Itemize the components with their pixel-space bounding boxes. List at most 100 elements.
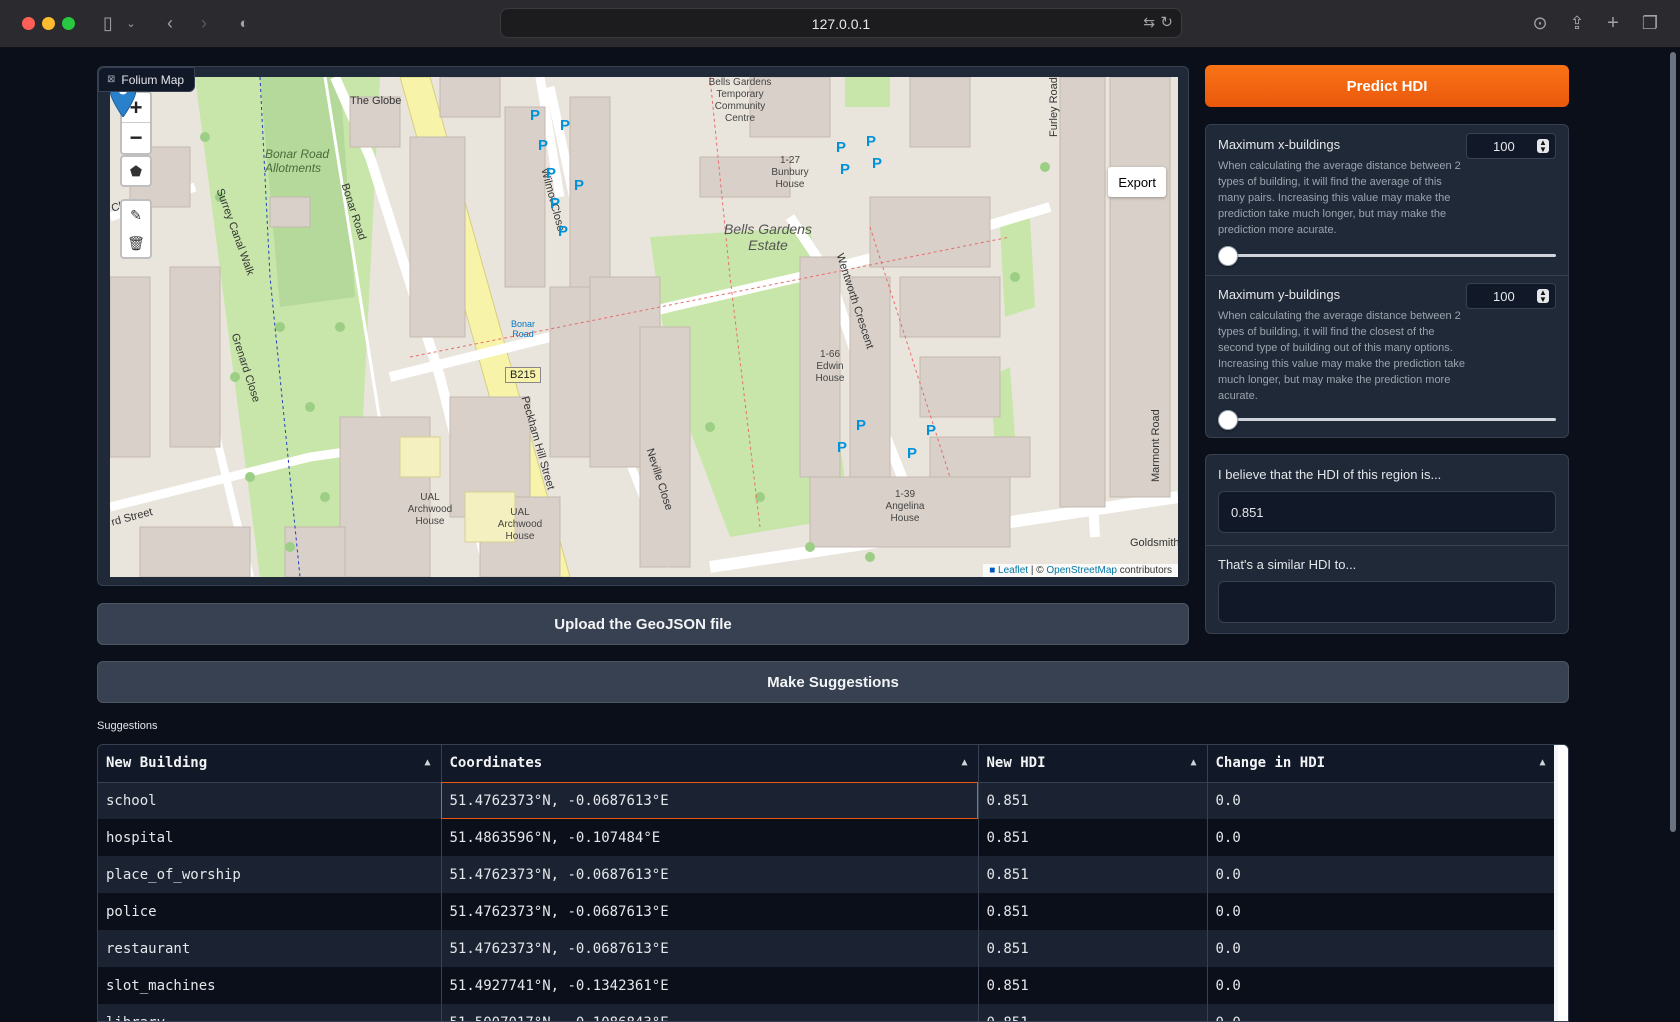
share-icon[interactable]: ⇪ (1567, 10, 1587, 36)
sort-icon[interactable]: ▲ (1539, 757, 1545, 768)
stepper-icon[interactable]: ▲ ▼ (1537, 139, 1549, 154)
map-label-ual-1: UAL Archwood House (407, 492, 453, 527)
table-cell[interactable]: 0.851 (978, 856, 1208, 893)
slider-x-number-input[interactable]: 100 ▲ ▼ (1466, 133, 1556, 159)
upload-geojson-button[interactable]: Upload the GeoJSON file (97, 603, 1189, 645)
map-label-angelina: 1-39 Angelina House (885, 489, 925, 524)
reload-icon[interactable]: ↻ (1160, 13, 1173, 31)
osm-link[interactable]: OpenStreetMap (1046, 565, 1117, 576)
hdi-panel: I believe that the HDI of this region is… (1205, 454, 1569, 634)
back-icon[interactable]: ‹ (160, 10, 180, 36)
tab-overview-icon[interactable]: ❐ (1640, 10, 1660, 36)
table-cell[interactable]: police (98, 893, 442, 930)
table-scrollbar-thumb[interactable] (1558, 745, 1568, 1021)
hdi-belief-label: I believe that the HDI of this region is… (1218, 467, 1442, 482)
parking-icon: P (546, 165, 557, 182)
sort-icon[interactable]: ▲ (1190, 757, 1196, 768)
table-cell[interactable]: 51.4927741°N, -0.1342361°E (441, 967, 979, 1004)
table-cell[interactable]: 0.851 (978, 1004, 1208, 1021)
table-cell[interactable]: restaurant (98, 930, 442, 967)
hdi-similar-field[interactable] (1218, 581, 1556, 623)
table-cell[interactable]: place_of_worship (98, 856, 442, 893)
close-window-button[interactable] (22, 17, 35, 30)
slider-y-track[interactable] (1218, 410, 1556, 430)
download-icon[interactable]: ⊙ (1530, 10, 1550, 36)
slider-y-thumb[interactable] (1218, 410, 1238, 430)
map-view[interactable]: + − ⬟ ✎ 🗑 Export The Globe Bonar Road Al… (110, 77, 1178, 577)
new-tab-icon[interactable]: + (1603, 10, 1623, 36)
sliders-panel: Maximum x-buildings 100 ▲ ▼ When calculat… (1205, 124, 1569, 438)
table-cell[interactable]: 0.0 (1207, 819, 1557, 856)
map-label-bunbury: 1-27 Bunbury House (771, 155, 809, 190)
translate-icon[interactable]: ⇆ (1143, 14, 1155, 31)
table-cell[interactable]: 51.4762373°N, -0.0687613°E (441, 930, 979, 967)
table-cell[interactable]: 51.4863596°N, -0.107484°E (441, 819, 979, 856)
edit-toolbar: ✎ 🗑 (120, 199, 152, 259)
page-scrollbar[interactable] (1670, 52, 1676, 832)
url-text: 127.0.0.1 (811, 16, 871, 32)
table-cell[interactable]: 0.0 (1207, 893, 1557, 930)
table-scrollbar[interactable] (1554, 745, 1568, 1021)
table-cell[interactable]: hospital (98, 819, 442, 856)
export-button[interactable]: Export (1108, 167, 1166, 197)
parking-icon: P (856, 417, 867, 434)
table-cell-selected[interactable]: 51.4762373°N, -0.0687613°E (441, 782, 979, 819)
column-header-coordinates[interactable]: Coordinates ▲ (441, 745, 979, 783)
table-cell[interactable]: 0.0 (1207, 782, 1557, 819)
slider-y-block: Maximum y-buildings 100 ▲ ▼ When calculat… (1206, 275, 1568, 439)
predict-hdi-button[interactable]: Predict HDI (1205, 65, 1569, 107)
parking-icon: P (538, 137, 549, 154)
zoom-window-button[interactable] (62, 17, 75, 30)
table-cell[interactable]: 0.0 (1207, 856, 1557, 893)
slider-x-track[interactable] (1218, 246, 1556, 266)
parking-icon: P (840, 161, 851, 178)
draw-polygon-icon[interactable]: ⬟ (122, 157, 150, 185)
parking-icon: P (550, 195, 561, 212)
parking-icon: P (872, 155, 883, 172)
table-cell[interactable]: 0.0 (1207, 967, 1557, 1004)
table-cell[interactable]: 0.0 (1207, 930, 1557, 967)
table-cell[interactable]: library (98, 1004, 442, 1021)
sort-icon[interactable]: ▲ (424, 757, 430, 768)
table-cell[interactable]: 0.851 (978, 893, 1208, 930)
shield-icon[interactable]: ◐ (234, 10, 254, 36)
slider-x-description: When calculating the average distance be… (1218, 160, 1461, 236)
table-cell[interactable]: 0.851 (978, 782, 1208, 819)
table-row: police 51.4762373°N, -0.0687613°E 0.851 … (98, 893, 1557, 930)
column-header-new-building[interactable]: New Building ▲ (98, 745, 442, 783)
forward-icon[interactable]: › (194, 10, 214, 36)
table-cell[interactable]: 51.5007017°N, -0.1086843°E (441, 1004, 979, 1021)
stepper-icon[interactable]: ▲ ▼ (1537, 289, 1549, 304)
table-cell[interactable]: 51.4762373°N, -0.0687613°E (441, 856, 979, 893)
make-suggestions-button[interactable]: Make Suggestions (97, 661, 1569, 703)
edit-layers-icon[interactable]: ✎ (122, 201, 150, 229)
slider-y-description: When calculating the average distance be… (1218, 310, 1466, 402)
column-header-change-in-hdi[interactable]: Change in HDI ▲ (1207, 745, 1557, 783)
browser-toolbar: ▯ ⌄ ‹ › ◐ 127.0.0.1 ⇆ ↻ ⊙ ⇪ + ❐ (0, 0, 1680, 48)
table-cell[interactable]: slot_machines (98, 967, 442, 1004)
sidebar-icon[interactable]: ▯ (96, 10, 120, 36)
map-label-marmont-road: Marmont Road (1150, 409, 1162, 482)
table-cell[interactable]: 0.851 (978, 819, 1208, 856)
slider-y-number-input[interactable]: 100 ▲ ▼ (1466, 283, 1556, 309)
slider-y-value: 100 (1493, 288, 1515, 304)
leaflet-link[interactable]: Leaflet (998, 565, 1028, 576)
table-cell[interactable]: 0.851 (978, 930, 1208, 967)
delete-layers-icon[interactable]: 🗑 (122, 229, 150, 257)
slider-x-thumb[interactable] (1218, 246, 1238, 266)
sort-icon[interactable]: ▲ (961, 757, 967, 768)
table-cell[interactable]: 51.4762373°N, -0.0687613°E (441, 893, 979, 930)
table-cell[interactable]: school (98, 782, 442, 819)
chevron-down-icon[interactable]: ⌄ (124, 10, 138, 36)
attribution-suffix: contributors (1116, 565, 1172, 576)
table-cell[interactable]: 0.0 (1207, 1004, 1557, 1021)
hdi-belief-field[interactable]: 0.851 (1218, 491, 1556, 533)
zoom-out-button[interactable]: − (122, 123, 150, 153)
attribution-separator: | © (1028, 565, 1047, 576)
map-label-goldsmith: Goldsmith (1130, 537, 1178, 549)
slider-x-value: 100 (1493, 138, 1515, 154)
address-bar[interactable]: 127.0.0.1 ⇆ ↻ (500, 8, 1182, 38)
minimize-window-button[interactable] (42, 17, 55, 30)
column-header-new-hdi[interactable]: New HDI ▲ (978, 745, 1208, 783)
table-cell[interactable]: 0.851 (978, 967, 1208, 1004)
